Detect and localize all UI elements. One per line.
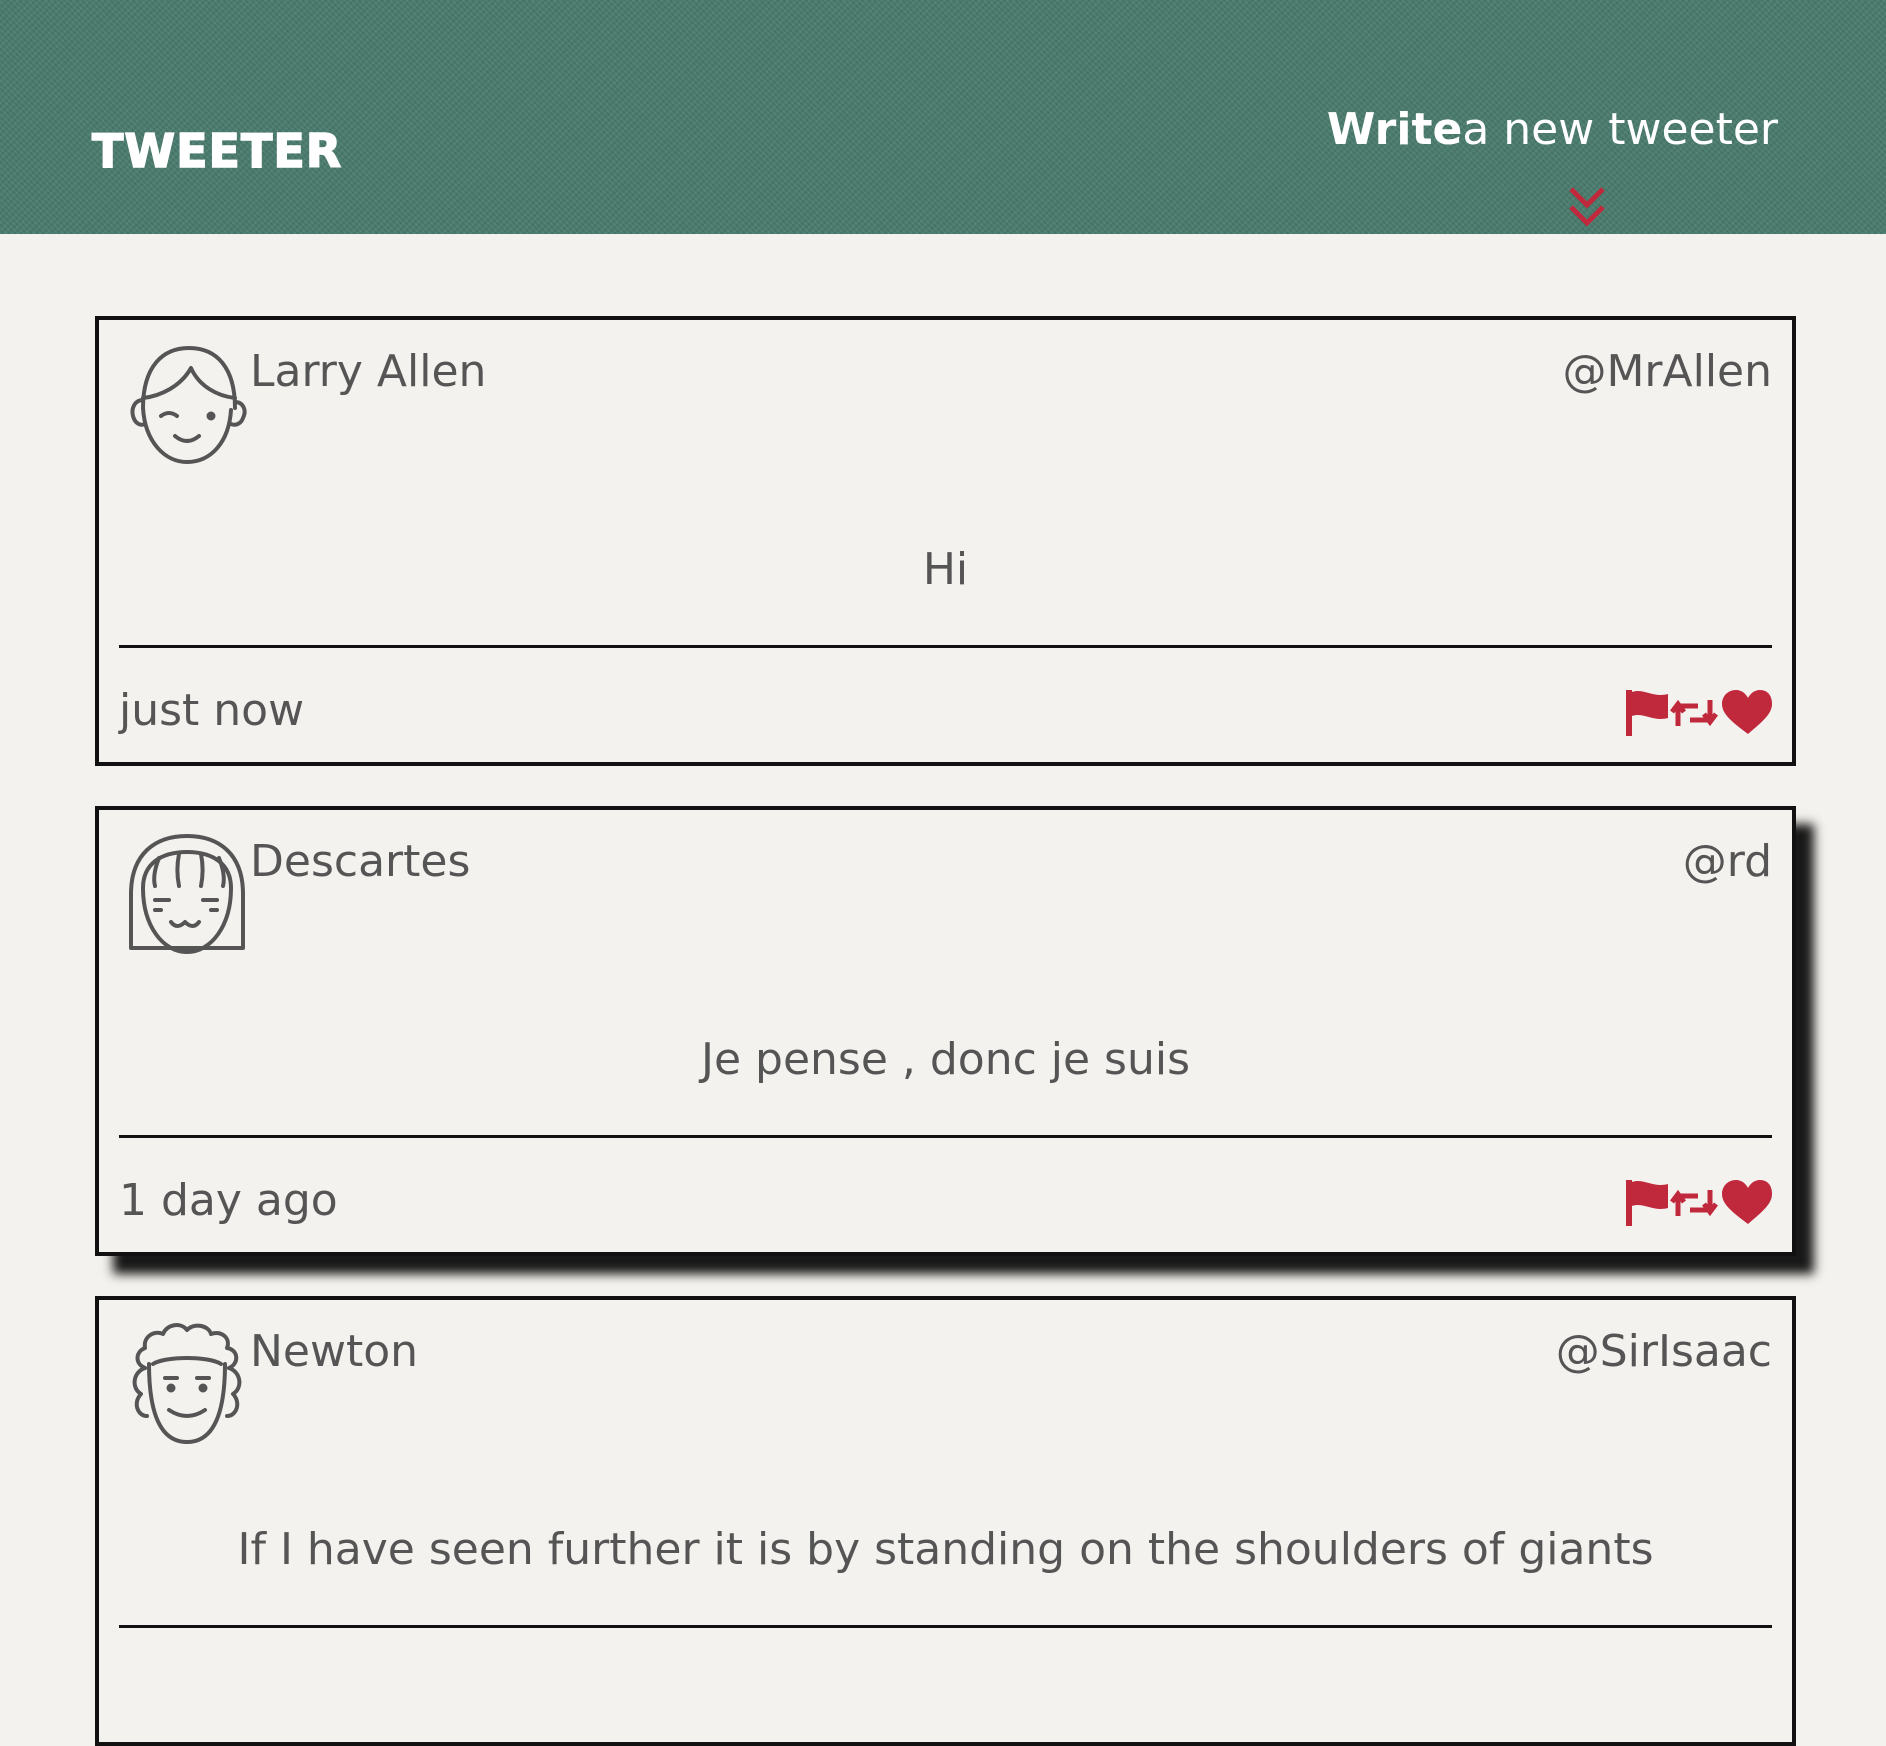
tweet-author-name: Descartes <box>250 836 471 887</box>
retweet-icon[interactable] <box>1670 1189 1718 1217</box>
tweet-author-handle[interactable]: @rd <box>1683 836 1772 889</box>
tweet-card: Descartes @rd Je pense , donc je suis 1 … <box>95 806 1796 1256</box>
compose-toggle[interactable]: Writea new tweeter <box>1327 108 1778 152</box>
retweet-icon[interactable] <box>1670 699 1718 727</box>
tweet-author-name: Larry Allen <box>250 346 487 397</box>
compose-label: a new tweeter <box>1462 104 1778 155</box>
tweet-actions <box>1626 1178 1772 1228</box>
smiling-girl-avatar-icon <box>129 834 245 954</box>
tweet-card: Larry Allen @MrAllen Hi just now <box>95 316 1796 766</box>
tweet-timestamp: just now <box>119 685 305 736</box>
tweet-divider <box>119 645 1772 648</box>
tweet-actions <box>1626 688 1772 738</box>
smiling-boy-avatar-icon <box>130 346 247 464</box>
tweet-author-handle[interactable]: @SirIsaac <box>1556 1326 1772 1379</box>
tweet-timestamp: 1 day ago <box>119 1175 338 1226</box>
tweet-text: Hi <box>922 544 969 595</box>
tweet-author-handle[interactable]: @MrAllen <box>1562 346 1772 399</box>
tweet-divider <box>119 1135 1772 1138</box>
heart-icon[interactable] <box>1722 690 1772 734</box>
tweet-text: If I have seen further it is by standing… <box>237 1524 1654 1575</box>
tweet-author-name: Newton <box>250 1326 419 1377</box>
compose-bold-label: Write <box>1326 104 1463 155</box>
brand-logo[interactable]: TWEETER <box>91 127 342 175</box>
flag-icon[interactable] <box>1626 1180 1668 1226</box>
curly-hair-avatar-icon <box>132 1323 242 1444</box>
heart-icon[interactable] <box>1722 1180 1772 1224</box>
flag-icon[interactable] <box>1626 690 1668 736</box>
navbar: TWEETER Writea new tweeter <box>0 0 1886 234</box>
tweet-card: Newton @SirIsaac If I have seen further … <box>95 1296 1796 1746</box>
tweet-text: Je pense , donc je suis <box>700 1034 1191 1085</box>
double-chevron-down-icon[interactable] <box>1567 185 1607 229</box>
tweet-divider <box>119 1625 1772 1628</box>
